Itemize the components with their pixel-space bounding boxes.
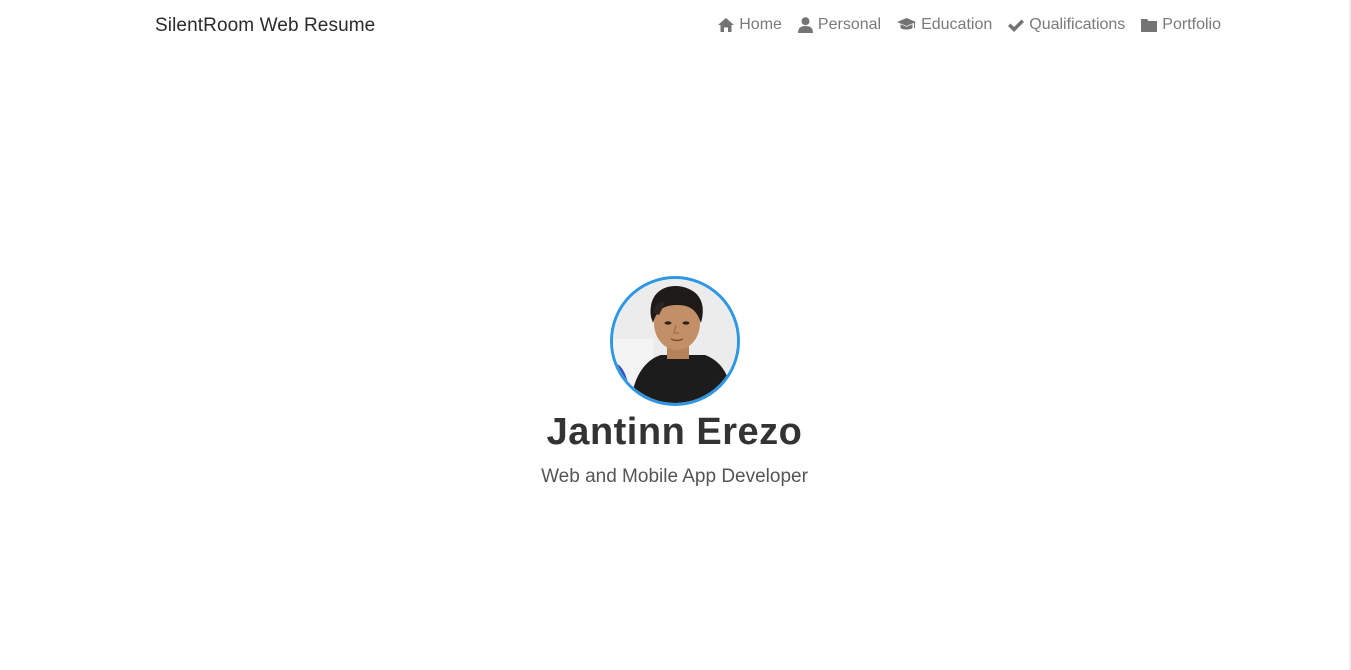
- home-icon: [718, 18, 735, 32]
- hero-section: Jantinn Erezo Web and Mobile App Develop…: [0, 276, 1349, 489]
- nav-item-label: Portfolio: [1162, 16, 1221, 33]
- page: SilentRoom Web Resume Home Personal Educ…: [0, 0, 1351, 670]
- nav-item-personal[interactable]: Personal: [797, 16, 882, 34]
- profile-title: Web and Mobile App Developer: [541, 466, 808, 487]
- graduation-cap-icon: [897, 18, 917, 32]
- avatar: [609, 276, 740, 406]
- profile-name: Jantinn Erezo: [546, 411, 803, 453]
- nav-item-label: Home: [739, 16, 782, 33]
- nav-item-home[interactable]: Home: [718, 16, 782, 34]
- nav-item-label: Education: [921, 16, 993, 33]
- navbar: SilentRoom Web Resume Home Personal Educ…: [0, 0, 1349, 54]
- nav-item-education[interactable]: Education: [897, 16, 992, 34]
- check-icon: [1008, 19, 1025, 32]
- nav-item-qualifications[interactable]: Qualifications: [1008, 16, 1125, 34]
- nav-item-label: Qualifications: [1029, 16, 1126, 33]
- user-icon: [797, 17, 813, 33]
- folder-icon: [1141, 18, 1158, 32]
- nav-item-label: Personal: [817, 16, 882, 33]
- nav-item-portfolio[interactable]: Portfolio: [1141, 16, 1221, 34]
- brand-link[interactable]: SilentRoom Web Resume: [155, 15, 375, 37]
- avatar-photo: [612, 279, 737, 403]
- nav-menu: Home Personal Education Qualifications P…: [718, 16, 1221, 34]
